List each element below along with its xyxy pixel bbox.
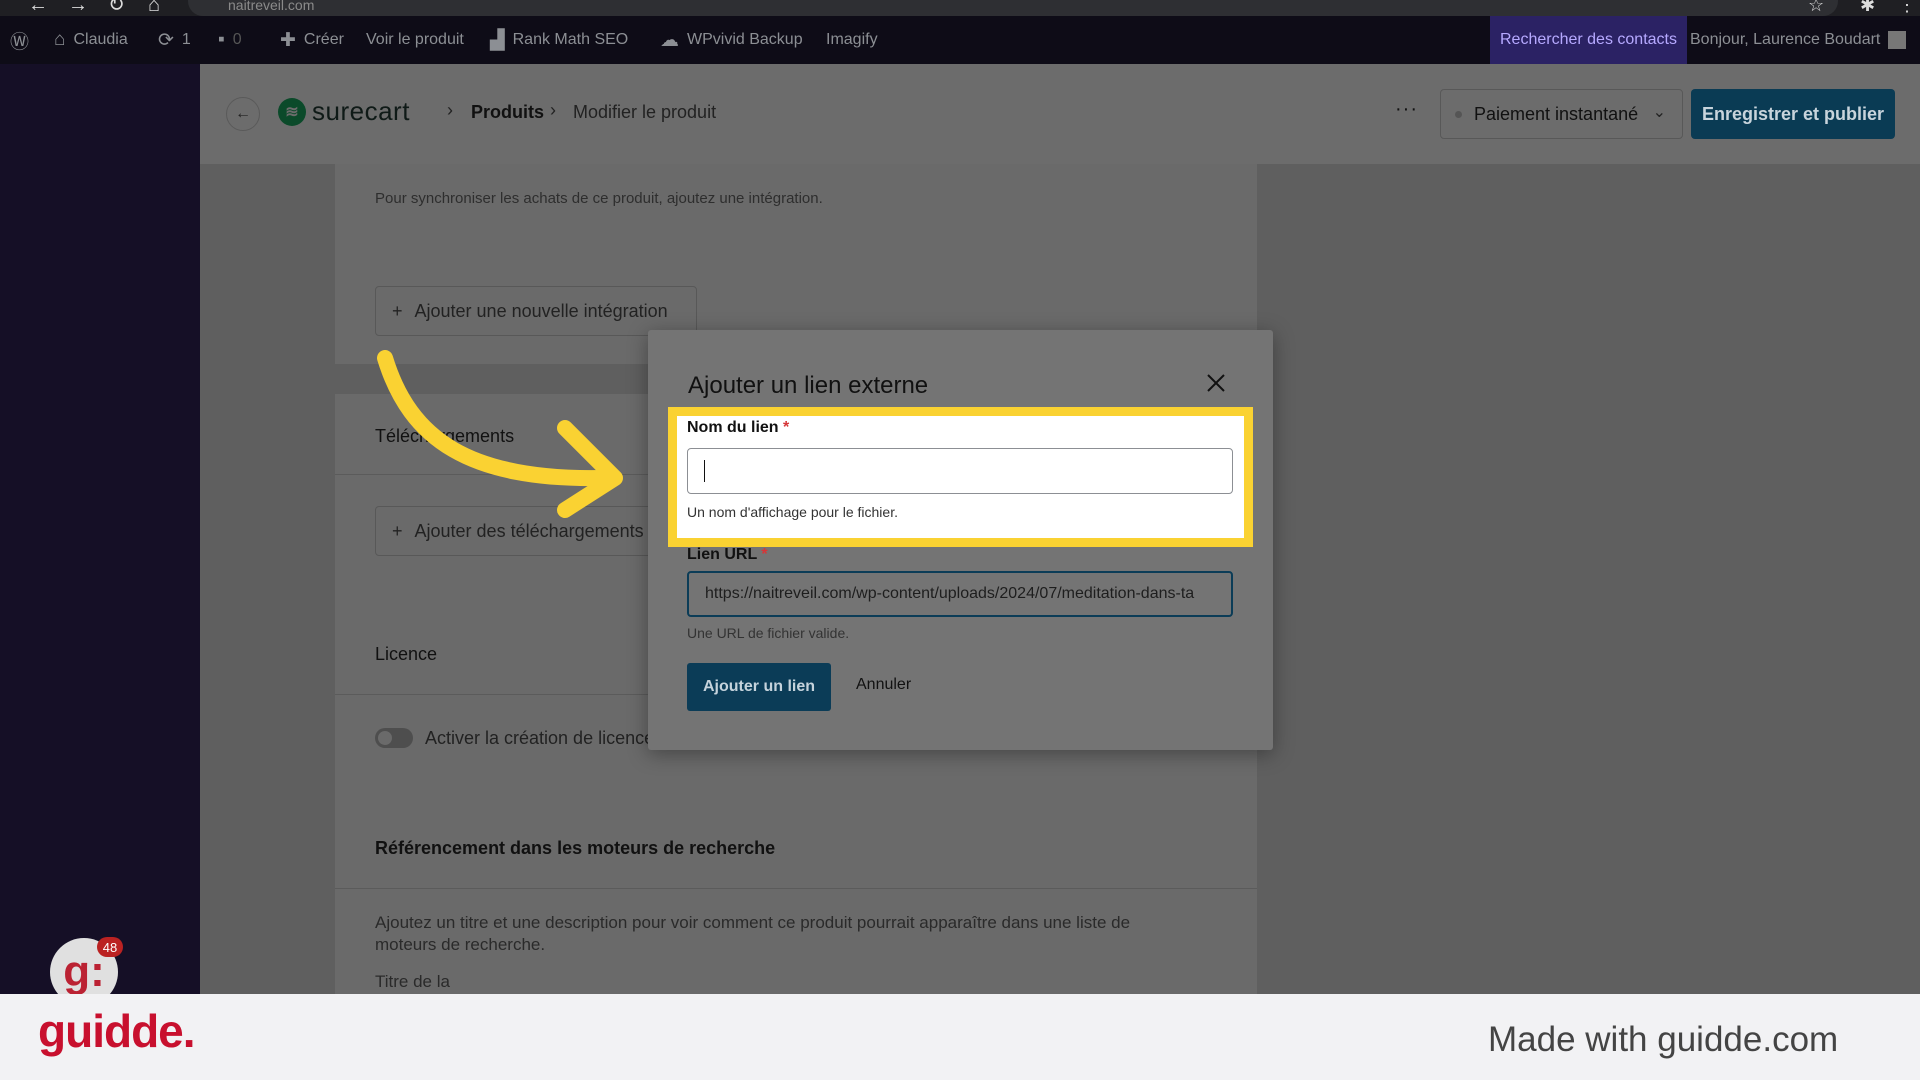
cancel-button[interactable]: Annuler xyxy=(856,676,911,694)
plus-icon: + xyxy=(392,300,403,321)
required-mark: * xyxy=(783,419,790,436)
home-icon: ⌂ xyxy=(54,29,66,50)
browser-menu-icon[interactable]: ⋮ xyxy=(1898,0,1916,16)
imagify-link[interactable]: Imagify xyxy=(826,16,878,64)
greeting-text: Bonjour, Laurence Boudart xyxy=(1690,31,1881,48)
address-bar[interactable] xyxy=(188,0,1838,16)
seo-card: Référencement dans les moteurs de recher… xyxy=(335,808,1257,994)
surecart-logo-icon: ≋ xyxy=(278,97,306,126)
guidde-logo: guidde. xyxy=(38,1005,196,1057)
extensions-icon[interactable]: ✱ xyxy=(1860,0,1875,16)
text-cursor xyxy=(704,460,705,482)
add-link-button[interactable]: Ajouter un lien xyxy=(687,663,831,711)
guidde-footer: guidde. Made with guidde.com xyxy=(0,994,1920,1080)
rank-math-link[interactable]: ▟ Rank Math SEO xyxy=(490,16,628,64)
search-contacts-label: Rechercher des contacts xyxy=(1500,31,1677,48)
seo-title: Référencement dans les moteurs de recher… xyxy=(375,838,776,858)
browser-toolbar: ← → ↻ ⌂ naitreveil.com ☆ ✱ ⋮ xyxy=(0,0,1920,16)
breadcrumb-current: Modifier le produit xyxy=(573,102,717,122)
link-name-input[interactable] xyxy=(687,448,1233,494)
link-url-label-text: Lien URL xyxy=(687,546,757,563)
external-link-modal: Ajouter un lien externe Nom du lien * Un… xyxy=(648,330,1273,750)
imagify-label: Imagify xyxy=(826,31,878,48)
modal-title: Ajouter un lien externe xyxy=(688,372,929,399)
comments-count: 0 xyxy=(232,31,242,48)
seo-title-label: Titre de la xyxy=(375,972,450,991)
wordpress-logo-menu[interactable]: Ⓦ xyxy=(10,16,29,64)
highlight-box: Nom du lien * Un nom d'affichage pour le… xyxy=(668,407,1253,547)
view-product-label: Voir le produit xyxy=(366,31,464,48)
wordpress-icon: Ⓦ xyxy=(10,31,30,53)
link-url-label: Lien URL * xyxy=(687,546,768,564)
link-name-label-text: Nom du lien xyxy=(687,419,779,436)
updates-count: 1 xyxy=(181,31,191,48)
admin-sidebar xyxy=(0,64,200,994)
url-text[interactable]: naitreveil.com xyxy=(228,0,314,13)
rank-math-icon: ▟ xyxy=(490,29,505,51)
site-name: Claudia xyxy=(73,31,128,48)
seo-description: Ajoutez un titre et une description pour… xyxy=(375,913,1131,954)
add-integration-button[interactable]: + Ajouter une nouvelle intégration xyxy=(375,286,697,336)
create-new-link[interactable]: ✚ Créer xyxy=(280,16,344,64)
home-icon[interactable]: ⌂ xyxy=(148,0,160,15)
license-toggle-label: Activer la création de licence xyxy=(425,728,655,748)
wpvivid-link[interactable]: ☁ WPvivid Backup xyxy=(660,16,803,64)
license-title: Licence xyxy=(375,644,438,664)
wp-admin-bar: Ⓦ ⌂ Claudia ⟳ 1 ▪ 0 ✚ Créer Voir le prod… xyxy=(0,16,1920,64)
product-header: ← ≋ surecart › Produits › Modifier le pr… xyxy=(200,64,1920,164)
link-url-help: Une URL de fichier valide. xyxy=(687,625,850,641)
required-mark: * xyxy=(761,546,768,563)
status-dot xyxy=(1455,110,1462,118)
link-url-input[interactable]: https://naitreveil.com/wp-content/upload… xyxy=(687,571,1233,617)
made-with-text: Made with guidde.com xyxy=(1488,1020,1839,1059)
more-actions-button[interactable]: ··· xyxy=(1395,98,1418,121)
site-name-link[interactable]: ⌂ Claudia xyxy=(54,16,128,64)
close-icon[interactable] xyxy=(1203,370,1229,396)
comment-icon: ▪ xyxy=(218,29,225,50)
brand-name: surecart xyxy=(312,96,410,126)
notification-badge: 48 xyxy=(97,937,123,957)
create-label: Créer xyxy=(303,31,344,48)
link-name-help: Un nom d'affichage pour le fichier. xyxy=(687,504,898,520)
updates-icon: ⟳ xyxy=(158,29,174,51)
link-name-label: Nom du lien * xyxy=(687,419,789,437)
back-button[interactable]: ← xyxy=(226,97,260,131)
chevron-down-icon: ⌄ xyxy=(1652,104,1666,121)
back-arrow-icon[interactable]: ← xyxy=(28,0,48,15)
license-toggle[interactable] xyxy=(375,728,413,748)
chevron-right-icon: › xyxy=(447,100,453,120)
search-contacts-link[interactable]: Rechercher des contacts xyxy=(1490,16,1687,64)
integration-description: Pour synchroniser les achats de ce produ… xyxy=(375,190,823,207)
forward-arrow-icon[interactable]: → xyxy=(68,0,88,15)
tutorial-arrow-icon xyxy=(377,350,623,518)
plus-icon: ✚ xyxy=(280,29,296,51)
reload-icon[interactable]: ↻ xyxy=(108,0,125,15)
link-url-value: https://naitreveil.com/wp-content/upload… xyxy=(705,585,1195,602)
add-integration-label: Ajouter une nouvelle intégration xyxy=(414,300,668,321)
payment-type-select[interactable]: Paiement instantané ⌄ xyxy=(1440,89,1683,139)
divider xyxy=(335,888,1257,889)
user-avatar xyxy=(1888,31,1907,49)
cloud-icon: ☁ xyxy=(660,29,679,51)
surecart-logo: ≋ surecart xyxy=(278,96,410,127)
breadcrumb-products[interactable]: Produits xyxy=(471,102,544,123)
comments-link[interactable]: ▪ 0 xyxy=(218,16,242,64)
bookmark-star-icon[interactable]: ☆ xyxy=(1808,0,1824,16)
arrow-left-icon: ← xyxy=(235,105,251,122)
rank-math-label: Rank Math SEO xyxy=(512,31,629,48)
account-menu[interactable]: Bonjour, Laurence Boudart xyxy=(1690,16,1907,64)
view-product-link[interactable]: Voir le produit xyxy=(366,16,464,64)
save-publish-button[interactable]: Enregistrer et publier xyxy=(1691,89,1895,139)
chevron-right-icon: › xyxy=(550,100,556,120)
wpvivid-label: WPvivid Backup xyxy=(687,31,803,48)
payment-select-value: Paiement instantané xyxy=(1474,103,1639,124)
updates-link[interactable]: ⟳ 1 xyxy=(158,16,191,64)
